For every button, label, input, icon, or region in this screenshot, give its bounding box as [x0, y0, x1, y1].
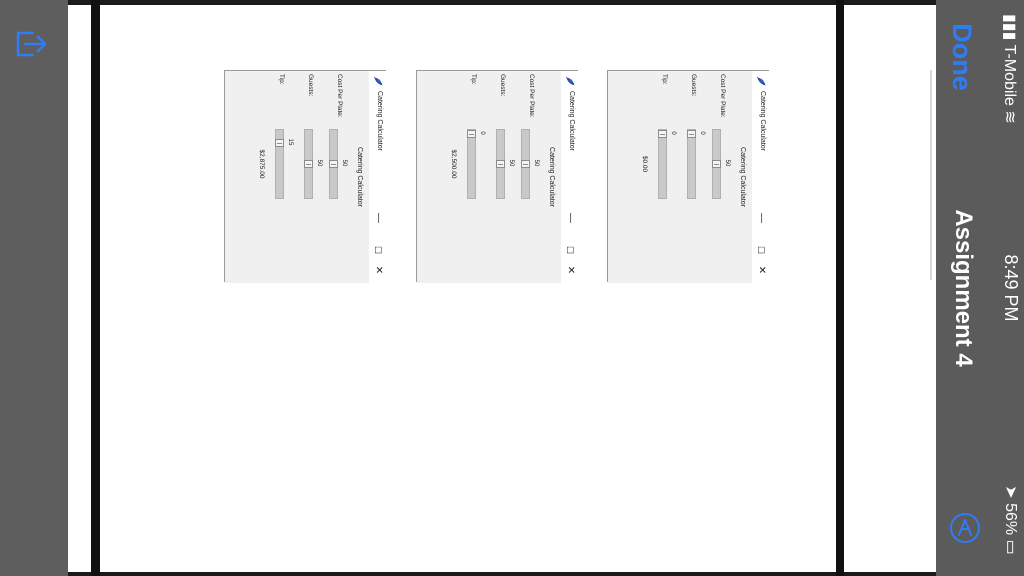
cost-slider-thumb[interactable] [329, 160, 338, 168]
tip-slider-thumb[interactable] [275, 139, 284, 147]
tip-value: 0 [479, 131, 485, 135]
minimize-button[interactable]: — [372, 211, 384, 225]
total-amount: $0.00 [641, 155, 648, 173]
cost-slider-trough[interactable] [329, 129, 338, 199]
page-border-left [91, 0, 100, 576]
tip-label: Tip: [278, 74, 285, 85]
minimize-button[interactable]: — [755, 211, 767, 225]
guests-value: 0 [699, 131, 705, 135]
tip-slider-trough[interactable] [658, 129, 667, 199]
cost-label: Cost Per Plate: [336, 74, 343, 118]
guests-slider-trough[interactable] [687, 129, 696, 199]
guests-slider-trough[interactable] [304, 129, 313, 199]
cost-slider-thumb[interactable] [521, 160, 530, 168]
window-title: Catering Calculator [568, 91, 575, 151]
left-gray-margin [0, 0, 68, 576]
page-border-right [836, 0, 844, 576]
cost-slider-trough[interactable] [712, 129, 721, 199]
cost-value: 50 [341, 159, 347, 167]
tip-slider-thumb[interactable] [467, 130, 476, 138]
markup-pen-icon[interactable] [949, 512, 981, 544]
close-button[interactable]: ✕ [372, 263, 384, 277]
window-titlebar[interactable]: Catering Calculator — ☐ ✕ [752, 71, 770, 283]
tip-slider-thumb[interactable] [658, 130, 667, 138]
total-amount: $2,875.00 [258, 149, 265, 179]
guests-slider-thumb[interactable] [687, 130, 696, 138]
carrier-label: ▮▮▮ T-Mobile ≋ [1000, 14, 1020, 124]
document-title: Assignment 4 [950, 209, 977, 367]
total-amount: $2,500.00 [450, 149, 457, 179]
battery-percent: 56% [1002, 503, 1019, 536]
window-title: Catering Calculator [759, 91, 766, 151]
tip-slider-trough[interactable] [467, 129, 476, 199]
maximize-button[interactable]: ☐ [372, 243, 384, 257]
guests-slider-thumb[interactable] [496, 160, 505, 168]
feather-icon [373, 76, 383, 86]
page-divider [930, 70, 932, 280]
tip-label: Tip: [661, 74, 668, 85]
tip-label: Tip: [470, 74, 477, 85]
heading: Catering Calculator [739, 147, 746, 207]
feather-icon [565, 76, 575, 86]
window-titlebar[interactable]: Catering Calculator — ☐ ✕ [369, 71, 387, 283]
page-edge-top [68, 0, 936, 5]
location-icon: ➤ [1002, 485, 1019, 504]
maximize-button[interactable]: ☐ [564, 243, 576, 257]
cost-label: Cost Per Plate: [719, 74, 726, 118]
catering-window: Catering Calculator — ☐ ✕ Catering Calcu… [224, 70, 387, 283]
catering-window: Catering Calculator — ☐ ✕ Catering Calcu… [416, 70, 579, 283]
guests-value: 50 [316, 159, 322, 167]
wifi-icon: ≋ [1001, 105, 1018, 124]
catering-window: Catering Calculator — ☐ ✕ Catering Calcu… [607, 70, 770, 283]
maximize-button[interactable]: ☐ [755, 243, 767, 257]
cost-slider-trough[interactable] [521, 129, 530, 199]
close-button[interactable]: ✕ [755, 263, 767, 277]
guests-slider-thumb[interactable] [304, 160, 313, 168]
cost-value: 50 [533, 159, 539, 167]
tip-value: 0 [670, 131, 676, 135]
guests-value: 50 [508, 159, 514, 167]
battery-indicator: ➤ 56% ▭ [999, 485, 1021, 555]
guests-label: Guests: [690, 74, 697, 97]
cost-value: 50 [724, 159, 730, 167]
guests-label: Guests: [499, 74, 506, 97]
carrier-text: T-Mobile [1001, 44, 1018, 106]
guests-slider-trough[interactable] [496, 129, 505, 199]
done-button[interactable]: Done [947, 22, 977, 92]
minimize-button[interactable]: — [564, 211, 576, 225]
tip-value: 15 [287, 138, 293, 146]
guests-label: Guests: [307, 74, 314, 97]
window-titlebar[interactable]: Catering Calculator — ☐ ✕ [561, 71, 579, 283]
status-time: 8:49 PM [1001, 254, 1021, 322]
page-edge-bottom [68, 572, 936, 576]
close-button[interactable]: ✕ [564, 263, 576, 277]
signal-icon: ▮▮▮ [1001, 14, 1018, 45]
cost-slider-thumb[interactable] [712, 160, 721, 168]
window-title: Catering Calculator [376, 91, 383, 151]
share-icon[interactable] [14, 29, 48, 59]
tip-slider-trough[interactable] [275, 129, 284, 199]
heading: Catering Calculator [356, 147, 363, 207]
battery-icon: ▭ [1002, 535, 1019, 555]
cost-label: Cost Per Plate: [528, 74, 535, 118]
heading: Catering Calculator [548, 147, 555, 207]
feather-icon [756, 76, 766, 86]
